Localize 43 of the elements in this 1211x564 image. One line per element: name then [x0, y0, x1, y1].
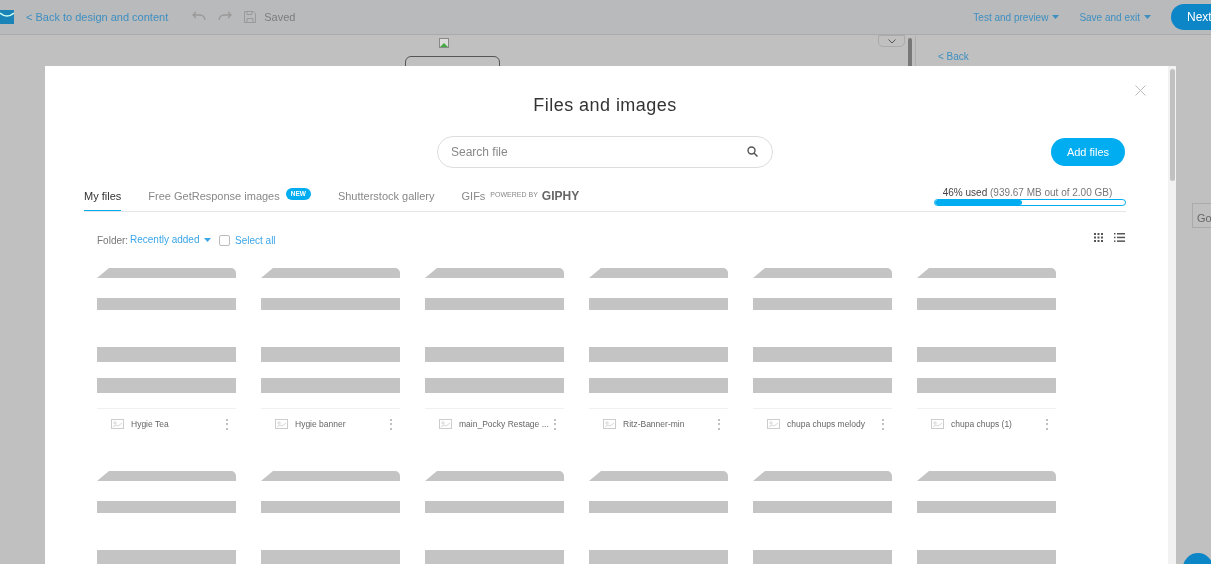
caret-icon — [203, 237, 211, 242]
image-icon — [439, 419, 452, 429]
saved-status: Saved — [264, 9, 296, 25]
file-name: Ritz-Banner-min — [623, 417, 686, 431]
collapse-button[interactable] — [878, 35, 905, 47]
storage-usage-text: 46% used (939.67 MB out of 2.00 GB) — [941, 186, 1114, 200]
list-view-icon[interactable] — [1114, 233, 1125, 242]
search-field[interactable]: Search file — [437, 136, 773, 168]
select-all-checkbox[interactable]: Select all — [219, 233, 276, 248]
image-icon — [275, 419, 288, 429]
caret-icon — [1144, 15, 1151, 19]
file-name: Hygie banner — [295, 417, 347, 431]
save-icon — [244, 11, 257, 23]
add-files-button[interactable]: Add files — [1051, 138, 1125, 166]
search-icon — [747, 146, 758, 157]
caret-icon — [1052, 15, 1060, 19]
modal-title: Files and images — [532, 94, 678, 117]
file-name: chupa chups melody — [787, 417, 866, 431]
grid-view-icon[interactable] — [1094, 233, 1103, 242]
back-link[interactable]: < Back — [938, 49, 969, 64]
image-icon — [931, 419, 944, 429]
undo-icon[interactable] — [192, 11, 207, 23]
file-name: Hygie Tea — [131, 417, 170, 431]
folder-label: Folder: — [97, 234, 129, 248]
chevron-down-icon — [887, 38, 896, 44]
background-scrollbar — [908, 38, 912, 68]
tab[interactable]: Shutterstock gallery — [337, 185, 435, 212]
next-button[interactable]: Next — [1171, 4, 1211, 30]
image-icon — [111, 419, 124, 429]
table-cell: Go — [1192, 203, 1211, 228]
file-name: main_Pocky Restage ... — [459, 417, 549, 431]
brand-logo: GIPHY — [541, 188, 580, 205]
menu-button[interactable]: Test and preview — [973, 9, 1060, 25]
menu-button[interactable]: Save and exit — [1079, 9, 1151, 25]
image-icon — [603, 419, 616, 429]
back-link[interactable]: < Back to design and content — [26, 8, 169, 26]
folder-dropdown[interactable]: Recently added — [130, 232, 211, 247]
image-icon — [767, 419, 780, 429]
broken-image-icon — [439, 38, 449, 48]
envelope-logo-icon[interactable] — [0, 10, 14, 24]
redo-icon[interactable] — [218, 11, 233, 23]
file-name: chupa chups (1) — [951, 417, 1013, 431]
close-icon[interactable] — [1135, 85, 1146, 96]
